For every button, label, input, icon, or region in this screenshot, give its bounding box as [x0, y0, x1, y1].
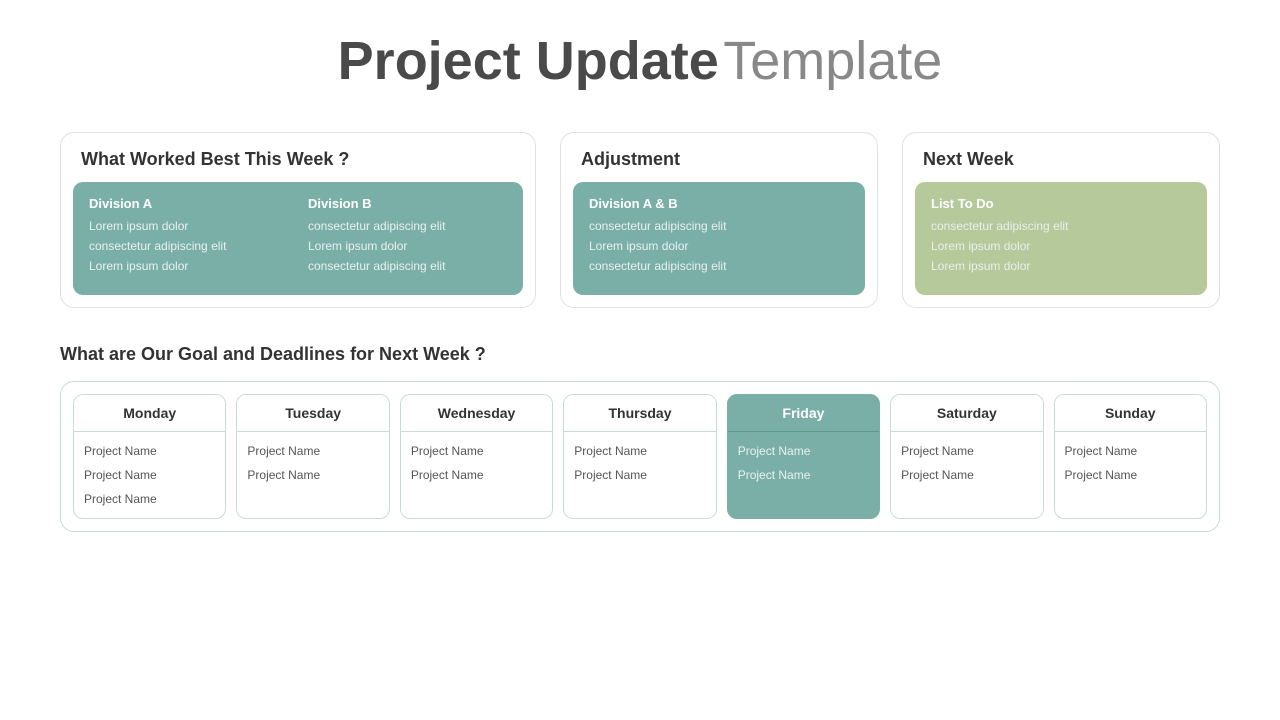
card-inner-teal-single: Division A & B consectetur adipiscing eli… [573, 182, 865, 295]
project-item: Project Name [1065, 468, 1196, 482]
division-title: List To Do [931, 196, 1191, 211]
project-item: Project Name [574, 444, 705, 458]
card-next-week: Next Week List To Do consectetur adipiscin… [902, 132, 1220, 308]
card-header-next-week: Next Week [903, 133, 1219, 182]
division-col-0: Division A Lorem ipsum dolor consectetur a… [89, 196, 288, 279]
day-header-wednesday: Wednesday [401, 395, 552, 432]
card-inner-teal: Division A Lorem ipsum dolor consectetur a… [73, 182, 523, 295]
card-adjustment: Adjustment Division A & B consectetur adip… [560, 132, 878, 308]
day-col-tuesday: Tuesday Project Name Project Name [236, 394, 389, 519]
card-inner-green: List To Do consectetur adipiscing elit Lor… [915, 182, 1207, 295]
day-col-monday: MondayProject NameProject NameProject Na… [73, 394, 226, 519]
division-title: Division B [308, 196, 507, 211]
project-item: Project Name [247, 468, 378, 482]
day-body-monday: Project Name Project Name Project Name [74, 432, 225, 518]
day-header-thursday: Thursday [564, 395, 715, 432]
division-item: Lorem ipsum dolor [589, 239, 849, 253]
project-item: Project Name [411, 444, 542, 458]
day-header-sunday: Sunday [1055, 395, 1206, 432]
division-item: consectetur adipiscing elit [931, 219, 1191, 233]
goals-title: What are Our Goal and Deadlines for Next… [60, 344, 1220, 365]
day-header-monday: Monday [74, 395, 225, 432]
title-bold: Project Update [338, 31, 719, 91]
project-item: Project Name [247, 444, 378, 458]
title-section: Project Update Template [60, 30, 1220, 92]
day-col-sunday: Sunday Project Name Project Name [1054, 394, 1207, 519]
project-item: Project Name [738, 468, 869, 482]
day-header-friday: Friday [728, 395, 879, 432]
week-grid: MondayProject NameProject NameProject Na… [60, 381, 1220, 532]
project-item: Project Name [84, 492, 215, 506]
day-body-tuesday: Project Name Project Name [237, 432, 388, 494]
project-item: Project Name [84, 444, 215, 458]
day-body-thursday: Project Name Project Name [564, 432, 715, 494]
project-item: Project Name [84, 468, 215, 482]
project-item: Project Name [1065, 444, 1196, 458]
day-body-wednesday: Project Name Project Name [401, 432, 552, 494]
project-item: Project Name [574, 468, 705, 482]
division-item: Lorem ipsum dolor [308, 239, 507, 253]
title-light: Template [723, 31, 942, 91]
goals-section: What are Our Goal and Deadlines for Next… [60, 344, 1220, 532]
card-header-adjustment: Adjustment [561, 133, 877, 182]
division-item: consectetur adipiscing elit [308, 259, 507, 273]
card-what-worked: What Worked Best This Week ? Division A Lo… [60, 132, 536, 308]
card-header-what-worked: What Worked Best This Week ? [61, 133, 535, 182]
day-header-saturday: Saturday [891, 395, 1042, 432]
division-item: Lorem ipsum dolor [931, 239, 1191, 253]
day-col-friday: Friday Project Name Project Name [727, 394, 880, 519]
division-item: consectetur adipiscing elit [89, 239, 288, 253]
project-item: Project Name [901, 444, 1032, 458]
day-col-thursday: Thursday Project Name Project Name [563, 394, 716, 519]
division-title: Division A & B [589, 196, 849, 211]
project-item: Project Name [411, 468, 542, 482]
day-body-friday: Project Name Project Name [728, 432, 879, 494]
division-item: Lorem ipsum dolor [931, 259, 1191, 273]
project-item: Project Name [901, 468, 1032, 482]
project-item: Project Name [738, 444, 869, 458]
page: Project Update Template What Worked Best… [0, 0, 1280, 720]
division-item: consectetur adipiscing elit [589, 219, 849, 233]
division-title: Division A [89, 196, 288, 211]
division-item: consectetur adipiscing elit [589, 259, 849, 273]
top-cards: What Worked Best This Week ? Division A Lo… [60, 132, 1220, 308]
division-item: consectetur adipiscing elit [308, 219, 507, 233]
day-col-saturday: Saturday Project Name Project Name [890, 394, 1043, 519]
division-item: Lorem ipsum dolor [89, 219, 288, 233]
division-col-1: Division B consectetur adipiscing elit Lor… [308, 196, 507, 279]
day-col-wednesday: Wednesday Project Name Project Name [400, 394, 553, 519]
division-item: Lorem ipsum dolor [89, 259, 288, 273]
day-body-saturday: Project Name Project Name [891, 432, 1042, 494]
day-header-tuesday: Tuesday [237, 395, 388, 432]
day-body-sunday: Project Name Project Name [1055, 432, 1206, 494]
